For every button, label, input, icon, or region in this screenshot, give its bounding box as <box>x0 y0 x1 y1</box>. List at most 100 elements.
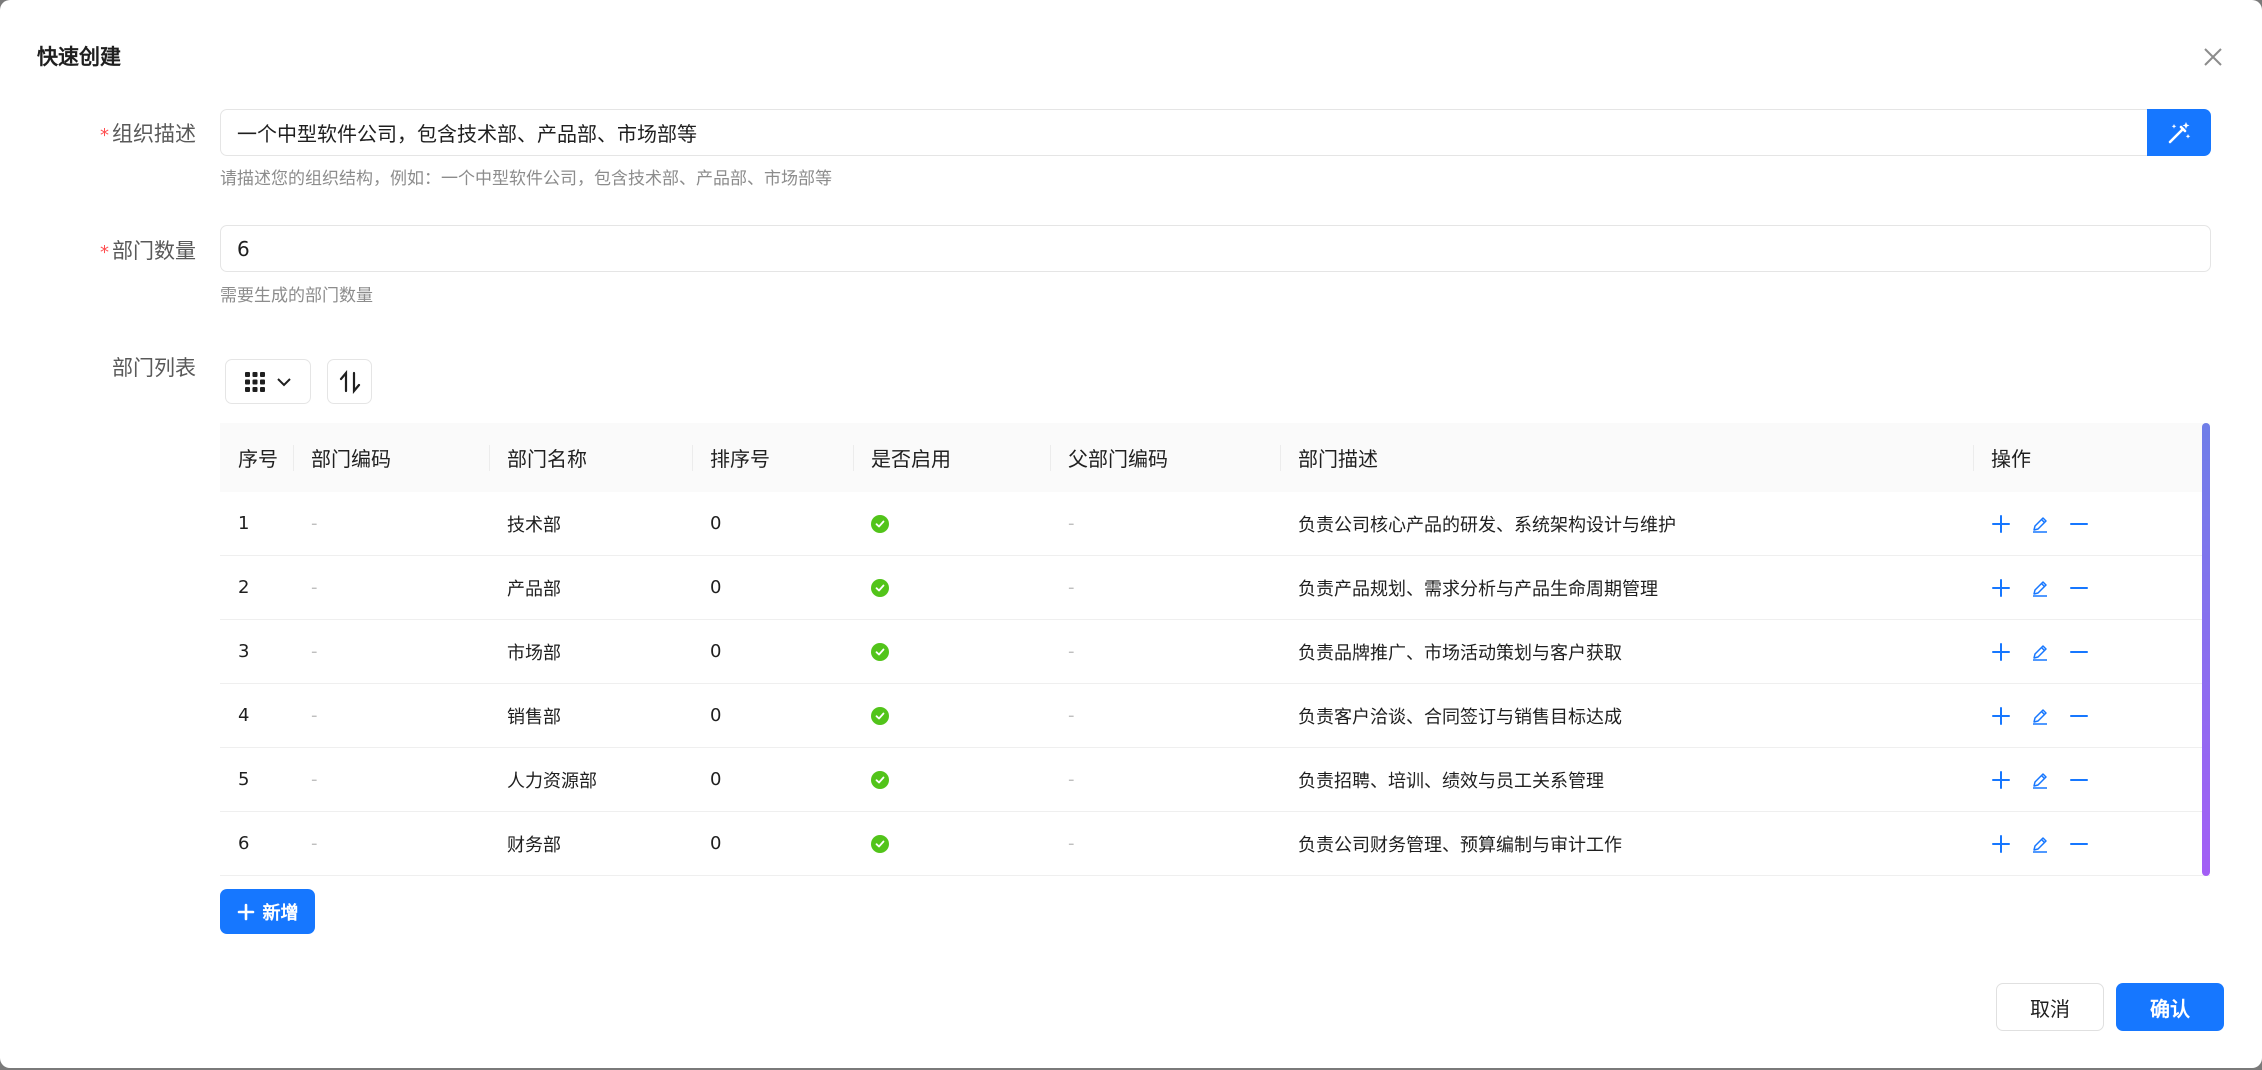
plus-icon[interactable] <box>1991 578 2011 598</box>
column-settings-button[interactable] <box>225 359 311 404</box>
edit-icon[interactable] <box>2030 706 2050 726</box>
quick-create-dialog: 快速创建 * 组织描述 一个中型软件公司，包含技术部、产品部、市场部等 请描述您的… <box>0 0 2262 1068</box>
column-header-sort: 排序号 <box>692 423 853 492</box>
dept-count-value: 6 <box>237 236 250 261</box>
cell-name: 销售部 <box>507 706 561 728</box>
cell-enabled <box>853 492 1050 555</box>
cell-parent-code: - <box>1068 769 1075 790</box>
edit-icon[interactable] <box>2030 514 2050 534</box>
cell-name: 技术部 <box>507 514 561 536</box>
check-circle-icon <box>871 834 889 853</box>
minus-icon[interactable] <box>2069 514 2089 534</box>
dept-count-label-text: 部门数量 <box>112 239 196 263</box>
minus-icon[interactable] <box>2069 706 2089 726</box>
edit-icon[interactable] <box>2030 578 2050 598</box>
cell-enabled <box>853 812 1050 875</box>
add-row-button[interactable]: 新增 <box>220 889 315 934</box>
plus-icon[interactable] <box>1991 834 2011 854</box>
cell-actions <box>1973 556 2210 619</box>
cell-description: 负责客户洽谈、合同签订与销售目标达成 <box>1298 706 1622 728</box>
plus-icon <box>237 903 254 920</box>
cell-sort: 0 <box>710 577 722 598</box>
cell-description: 负责产品规划、需求分析与产品生命周期管理 <box>1298 578 1658 600</box>
org-description-input[interactable]: 一个中型软件公司，包含技术部、产品部、市场部等 <box>220 109 2150 156</box>
plus-icon[interactable] <box>1991 706 2011 726</box>
cell-index: 4 <box>238 705 250 726</box>
required-mark: * <box>100 125 109 146</box>
check-circle-icon <box>871 578 889 597</box>
org-description-label-text: 组织描述 <box>112 122 196 146</box>
column-header-parent-code: 父部门编码 <box>1050 423 1280 492</box>
table-row: 1 - 技术部 0 - 负责公司核心产品的研发、系统架构设计与维护 <box>220 492 2210 556</box>
cell-description: 负责公司核心产品的研发、系统架构设计与维护 <box>1298 514 1676 536</box>
edit-icon[interactable] <box>2030 770 2050 790</box>
cell-name: 人力资源部 <box>507 770 597 792</box>
chevron-down-icon <box>277 377 291 386</box>
cell-index: 6 <box>238 833 250 854</box>
dept-count-label: * 部门数量 <box>0 235 196 265</box>
check-circle-icon <box>871 642 889 661</box>
plus-icon[interactable] <box>1991 642 2011 662</box>
cell-actions <box>1973 492 2210 555</box>
cell-enabled <box>853 556 1050 619</box>
dialog-title: 快速创建 <box>37 45 121 69</box>
cell-code: - <box>311 833 318 854</box>
cell-sort: 0 <box>710 769 722 790</box>
table-body: 1 - 技术部 0 - 负责公司核心产品的研发、系统架构设计与维护 2 - 产品部 0 - 负责产品规… <box>220 492 2210 876</box>
close-icon[interactable] <box>2197 41 2229 73</box>
magic-wand-icon <box>2168 121 2191 143</box>
magic-wand-button[interactable] <box>2147 109 2211 156</box>
cell-parent-code: - <box>1068 833 1075 854</box>
minus-icon[interactable] <box>2069 834 2089 854</box>
dept-count-input[interactable]: 6 <box>220 225 2211 272</box>
edit-icon[interactable] <box>2030 834 2050 854</box>
cell-sort: 0 <box>710 641 722 662</box>
cell-enabled <box>853 684 1050 747</box>
cell-sort: 0 <box>710 833 722 854</box>
cell-name: 市场部 <box>507 642 561 664</box>
org-description-label: * 组织描述 <box>0 118 196 148</box>
org-description-value: 一个中型软件公司，包含技术部、产品部、市场部等 <box>237 122 697 146</box>
column-header-description: 部门描述 <box>1280 423 1973 492</box>
cell-description: 负责公司财务管理、预算编制与审计工作 <box>1298 834 1622 856</box>
cell-parent-code: - <box>1068 513 1075 534</box>
cell-parent-code: - <box>1068 641 1075 662</box>
cell-actions <box>1973 812 2210 875</box>
table-row: 3 - 市场部 0 - 负责品牌推广、市场活动策划与客户获取 <box>220 620 2210 684</box>
cancel-button[interactable]: 取消 <box>1996 983 2104 1031</box>
plus-icon[interactable] <box>1991 770 2011 790</box>
minus-icon[interactable] <box>2069 642 2089 662</box>
table-row: 4 - 销售部 0 - 负责客户洽谈、合同签订与销售目标达成 <box>220 684 2210 748</box>
cell-code: - <box>311 641 318 662</box>
minus-icon[interactable] <box>2069 578 2089 598</box>
table-header: 序号 部门编码 部门名称 排序号 是否启用 父部门编码 部门描述 操作 <box>220 423 2210 492</box>
cell-actions <box>1973 684 2210 747</box>
cell-name: 产品部 <box>507 578 561 600</box>
column-header-actions: 操作 <box>1973 423 2210 492</box>
org-description-help: 请描述您的组织结构，例如：一个中型软件公司，包含技术部、产品部、市场部等 <box>220 169 832 189</box>
sort-button[interactable] <box>327 359 372 404</box>
confirm-button[interactable]: 确认 <box>2116 983 2224 1031</box>
cell-code: - <box>311 705 318 726</box>
dept-table: 序号 部门编码 部门名称 排序号 是否启用 父部门编码 部门描述 操作 1 - 技术… <box>220 423 2210 876</box>
grid-icon <box>245 371 265 392</box>
table-row: 6 - 财务部 0 - 负责公司财务管理、预算编制与审计工作 <box>220 812 2210 876</box>
plus-icon[interactable] <box>1991 514 2011 534</box>
cell-parent-code: - <box>1068 577 1075 598</box>
cell-name: 财务部 <box>507 834 561 856</box>
cell-description: 负责品牌推广、市场活动策划与客户获取 <box>1298 642 1622 664</box>
required-mark: * <box>100 242 109 263</box>
table-scrollbar[interactable] <box>2202 423 2210 876</box>
cell-sort: 0 <box>710 705 722 726</box>
sort-icon <box>339 369 360 394</box>
dept-count-help: 需要生成的部门数量 <box>220 286 373 306</box>
cell-index: 5 <box>238 769 250 790</box>
add-row-label: 新增 <box>262 902 299 924</box>
table-row: 5 - 人力资源部 0 - 负责招聘、培训、绩效与员工关系管理 <box>220 748 2210 812</box>
cell-code: - <box>311 769 318 790</box>
cell-index: 3 <box>238 641 250 662</box>
minus-icon[interactable] <box>2069 770 2089 790</box>
edit-icon[interactable] <box>2030 642 2050 662</box>
cell-index: 2 <box>238 577 250 598</box>
check-circle-icon <box>871 770 889 789</box>
